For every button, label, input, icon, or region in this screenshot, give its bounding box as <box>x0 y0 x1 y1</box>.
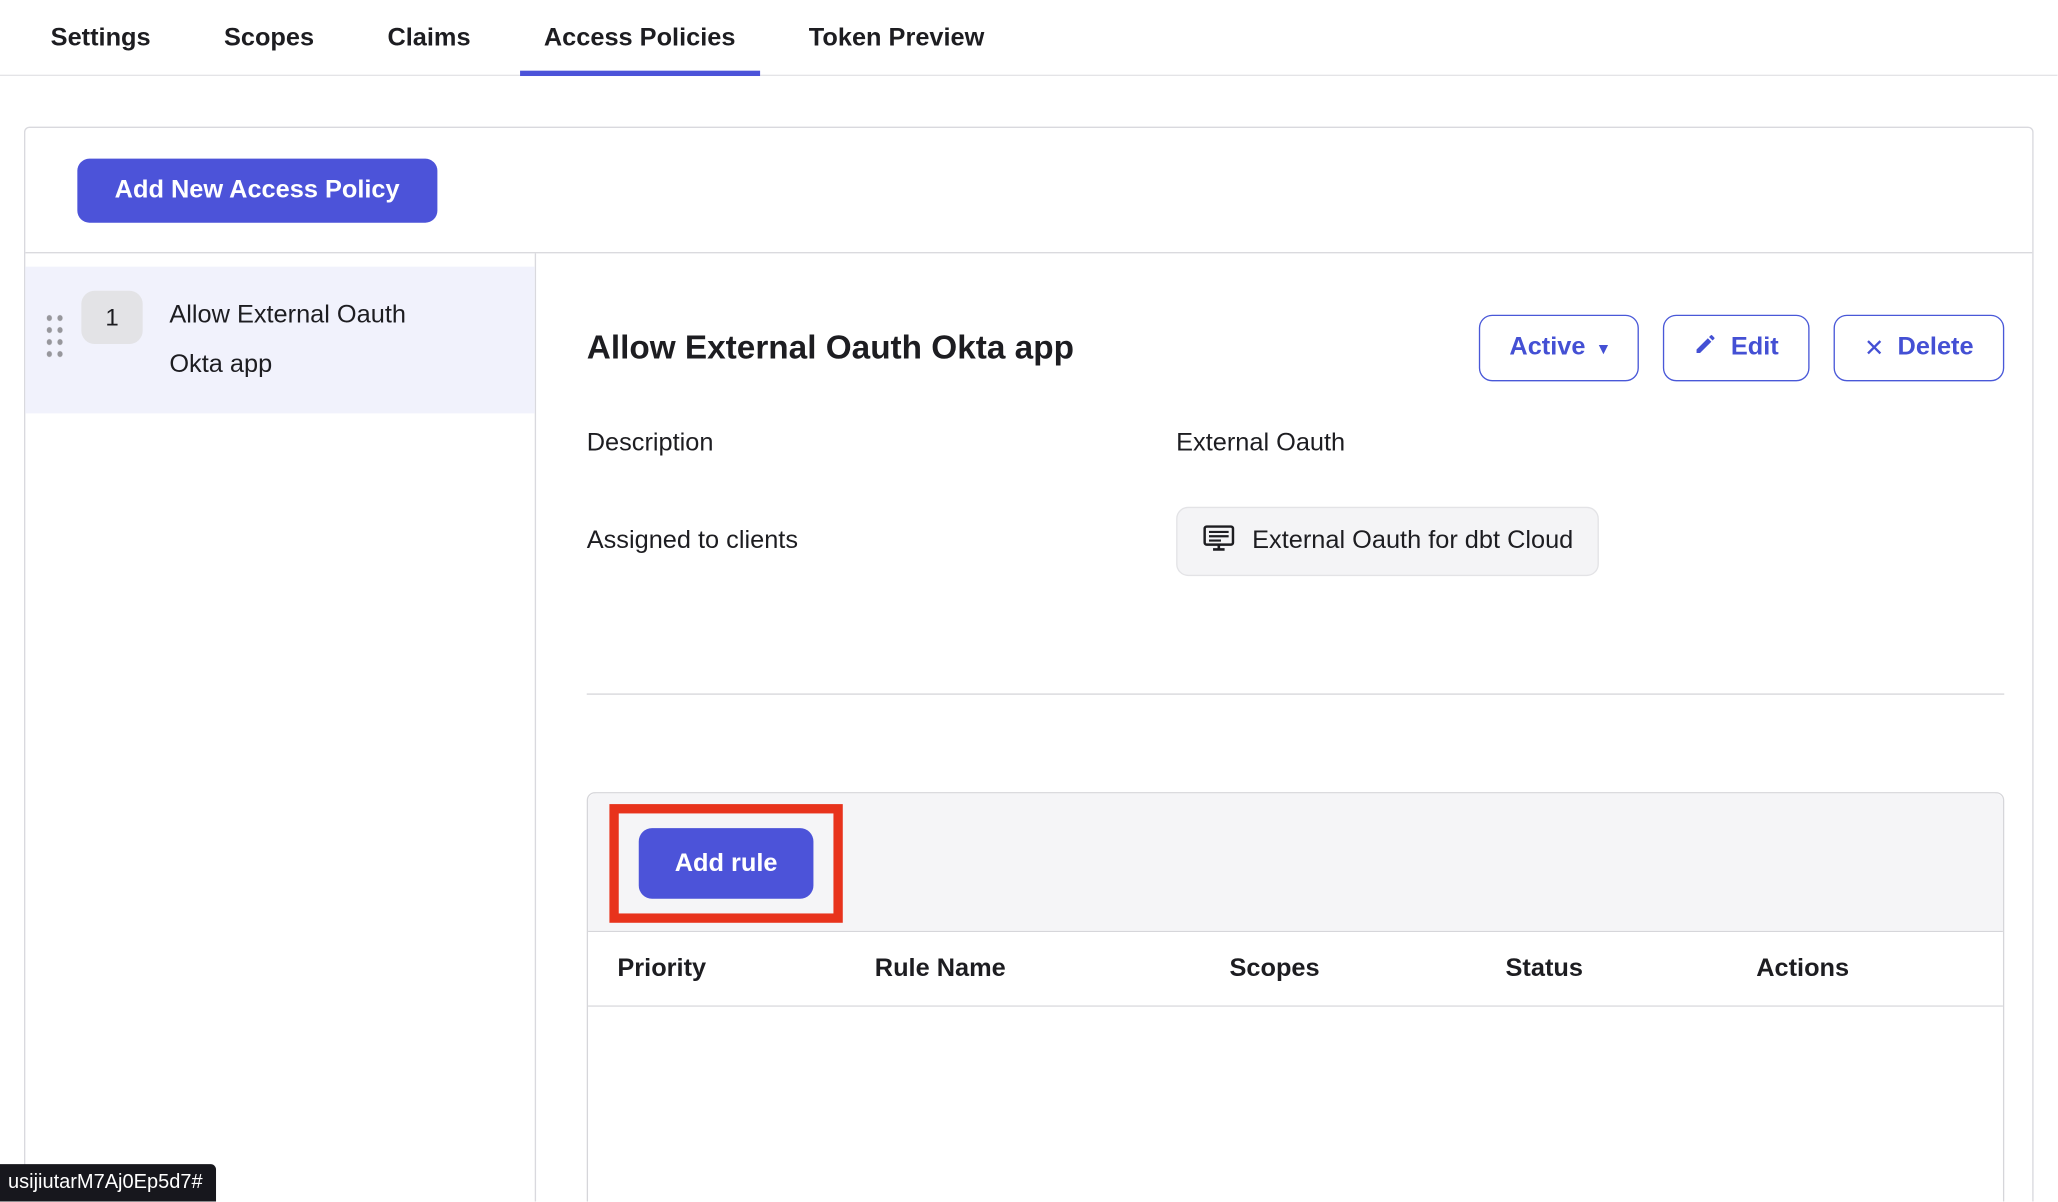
active-status-dropdown[interactable]: Active ▾ <box>1479 315 1639 382</box>
active-status-label: Active <box>1509 333 1585 362</box>
column-header-rule-name: Rule Name <box>875 954 1230 983</box>
tab-settings[interactable]: Settings <box>27 24 175 76</box>
policy-detail: Allow External Oauth Okta app Active ▾ <box>536 253 2032 1201</box>
delete-button-label: Delete <box>1898 333 1974 362</box>
policy-list-item[interactable]: 1 Allow External Oauth Okta app <box>25 267 534 414</box>
column-header-status: Status <box>1506 954 1757 983</box>
rules-table-empty-body <box>588 1007 2003 1202</box>
link-preview-tooltip: usijiutarM7Aj0Ep5d7# <box>0 1164 216 1201</box>
chevron-down-icon: ▾ <box>1599 339 1608 358</box>
rules-toolbar: Add rule <box>588 793 2003 932</box>
delete-button[interactable]: ✕ Delete <box>1833 315 2004 382</box>
panel-header: Add New Access Policy <box>25 128 2032 253</box>
panel-body: 1 Allow External Oauth Okta app Allow Ex… <box>25 253 2032 1201</box>
description-label: Description <box>587 429 1176 458</box>
description-value: External Oauth <box>1176 429 2004 458</box>
tab-access-policies[interactable]: Access Policies <box>520 24 760 76</box>
policy-name: Allow External Oauth Okta app <box>169 291 449 390</box>
column-header-scopes: Scopes <box>1229 954 1505 983</box>
annotation-highlight-box: Add rule <box>609 804 842 923</box>
tab-bar: Settings Scopes Claims Access Policies T… <box>0 0 2058 76</box>
edit-button-label: Edit <box>1731 333 1779 362</box>
policy-meta: Description External Oauth Assigned to c… <box>587 429 2005 576</box>
close-icon: ✕ <box>1864 336 1884 360</box>
drag-handle-icon[interactable] <box>44 312 65 360</box>
column-header-priority: Priority <box>617 954 874 983</box>
add-rule-button[interactable]: Add rule <box>639 828 814 899</box>
page: Settings Scopes Claims Access Policies T… <box>0 0 2058 1201</box>
detail-header: Allow External Oauth Okta app Active ▾ <box>587 315 2005 382</box>
section-divider <box>587 693 2005 694</box>
column-header-actions: Actions <box>1756 954 2003 983</box>
tab-token-preview[interactable]: Token Preview <box>785 24 1009 76</box>
edit-button[interactable]: Edit <box>1663 315 1810 382</box>
rules-table-header: Priority Rule Name Scopes Status Actions <box>588 932 2003 1007</box>
tab-scopes[interactable]: Scopes <box>200 24 338 76</box>
assigned-client-chip[interactable]: External Oauth for dbt Cloud <box>1176 507 1598 576</box>
assigned-client-name: External Oauth for dbt Cloud <box>1252 527 1573 556</box>
policy-title: Allow External Oauth Okta app <box>587 329 1074 368</box>
rules-section: Add rule Priority Rule Name Scopes Statu… <box>587 792 2005 1201</box>
tab-claims[interactable]: Claims <box>363 24 494 76</box>
access-policies-panel: Add New Access Policy 1 Allow External O… <box>24 127 2034 1202</box>
pencil-icon <box>1694 332 1718 364</box>
policy-actions: Active ▾ Edit ✕ <box>1479 315 2005 382</box>
monitor-icon <box>1201 520 1236 563</box>
policy-list: 1 Allow External Oauth Okta app <box>25 253 536 1201</box>
policy-priority-badge: 1 <box>81 291 142 344</box>
add-new-access-policy-button[interactable]: Add New Access Policy <box>77 159 437 223</box>
assigned-to-clients-label: Assigned to clients <box>587 527 1176 556</box>
